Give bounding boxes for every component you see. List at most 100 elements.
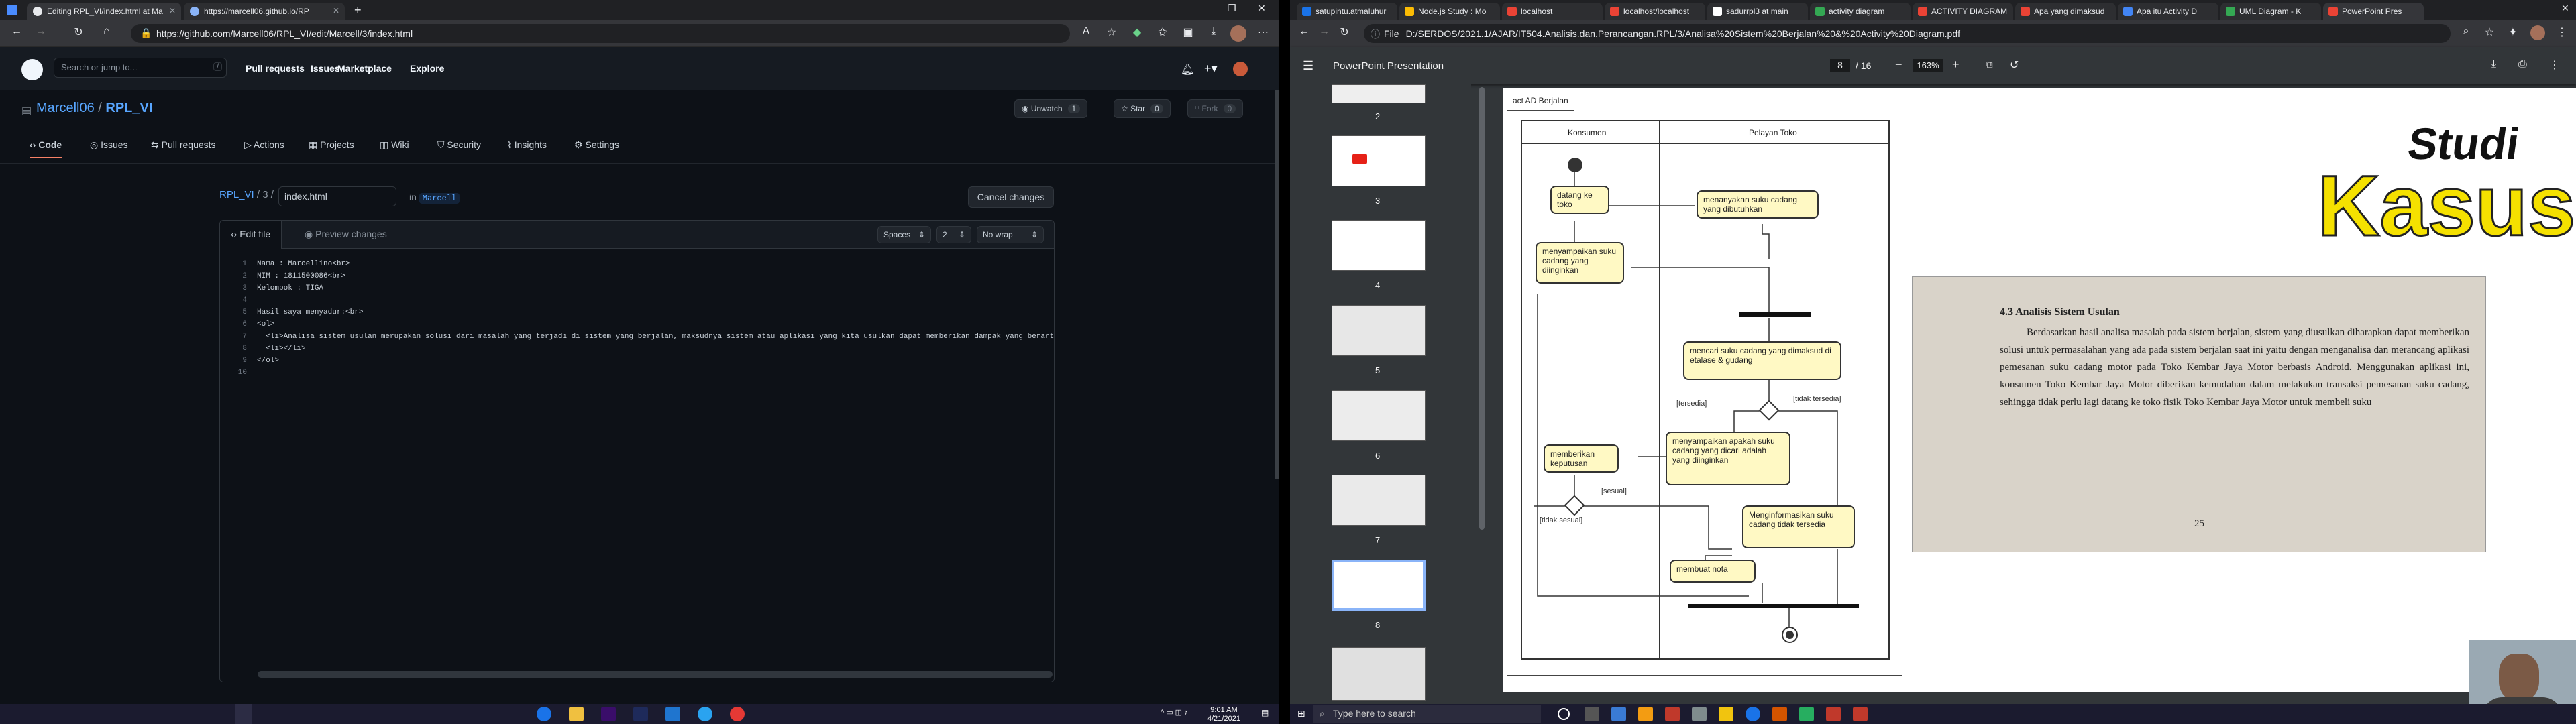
thumbnail-page-5[interactable] xyxy=(1332,305,1426,356)
file-explorer-taskbar-icon[interactable] xyxy=(569,707,584,721)
back-icon[interactable]: ← xyxy=(1297,25,1311,40)
code-line[interactable]: <li>Analisa sistem usulan merupakan solu… xyxy=(257,330,1054,343)
cortana-icon[interactable] xyxy=(1558,708,1570,720)
tab-settings[interactable]: ⚙ Settings xyxy=(574,139,619,151)
maximize-icon[interactable]: ❐ xyxy=(1228,3,1236,14)
browser-tab[interactable]: Apa itu Activity D xyxy=(2118,3,2218,20)
app-taskbar-icon[interactable] xyxy=(1826,707,1841,721)
horizontal-scrollbar[interactable] xyxy=(258,671,1053,678)
nav-explore[interactable]: Explore xyxy=(410,63,444,74)
create-new-icon[interactable]: +▾ xyxy=(1204,62,1218,76)
chrome-taskbar-icon[interactable] xyxy=(537,707,551,721)
user-avatar[interactable] xyxy=(1233,62,1248,76)
nav-pull-requests[interactable]: Pull requests xyxy=(246,63,305,74)
tab-preview-changes[interactable]: ◉ Preview changes xyxy=(294,221,398,249)
tab-insights[interactable]: ⌇ Insights xyxy=(507,139,547,151)
code-line[interactable]: </ol> xyxy=(257,355,279,367)
fit-page-icon[interactable]: ⧉ xyxy=(1986,59,1993,70)
thumbnail-page-9[interactable] xyxy=(1332,647,1426,701)
thumbnail-page-4[interactable] xyxy=(1332,220,1426,271)
app-taskbar-icon[interactable] xyxy=(1772,707,1787,721)
code-line[interactable]: NIM : 1811500086<br> xyxy=(257,270,345,282)
thumbnail-scrollbar[interactable] xyxy=(1479,87,1485,530)
address-bar[interactable]: 🔒 https://github.com/Marcell06/RPL_VI/ed… xyxy=(131,24,1070,43)
close-window-icon[interactable]: ✕ xyxy=(2561,3,2569,14)
code-line[interactable]: Hasil saya menyadur:<br> xyxy=(257,306,363,318)
download-icon[interactable]: ⤓ xyxy=(2491,58,2496,70)
windows-start-icon[interactable]: ⊞ xyxy=(1297,708,1305,719)
profile-avatar[interactable] xyxy=(2530,25,2545,40)
tab-security[interactable]: ⛉ Security xyxy=(437,139,481,151)
browser-tab[interactable]: localhost/localhost xyxy=(1605,3,1705,20)
nav-marketplace[interactable]: Marketplace xyxy=(337,63,392,74)
favorite-icon[interactable]: ☆ xyxy=(1104,25,1119,40)
search-input[interactable]: Search or jump to... / xyxy=(54,58,227,78)
chrome-taskbar-icon[interactable] xyxy=(1746,707,1760,721)
hamburger-menu-icon[interactable]: ☰ xyxy=(1303,59,1313,73)
forward-icon[interactable]: → xyxy=(1317,25,1332,40)
downloads-icon[interactable]: ⤓ xyxy=(1206,25,1221,40)
app-taskbar-icon[interactable] xyxy=(1799,707,1814,721)
close-tab-icon[interactable]: ✕ xyxy=(333,6,339,15)
thumbnail-page-7[interactable] xyxy=(1332,475,1426,526)
address-bar[interactable]: ⓘ File D:/SERDOS/2021.1/AJAR/IT504.Analis… xyxy=(1364,24,2451,43)
tab-issues[interactable]: ◎ Issues xyxy=(90,139,128,151)
browser-tab[interactable]: Apa yang dimaksud xyxy=(2015,3,2116,20)
code-line[interactable]: <li></li> xyxy=(257,343,305,355)
tab-code[interactable]: ‹› Code xyxy=(30,139,62,158)
vscode-taskbar-icon[interactable] xyxy=(665,707,680,721)
forward-icon[interactable]: → xyxy=(34,25,48,40)
tray-icons[interactable]: ^ ▭ ◫ ♪ xyxy=(1161,708,1188,717)
tab-pull-requests[interactable]: ⇆ Pull requests xyxy=(151,139,216,151)
app-taskbar-icon[interactable] xyxy=(1638,707,1653,721)
tab-projects[interactable]: ▦ Projects xyxy=(309,139,354,151)
cancel-changes-button[interactable]: Cancel changes xyxy=(968,186,1054,208)
filename-input[interactable]: index.html xyxy=(278,186,396,206)
repo-owner-link[interactable]: Marcell06 xyxy=(36,101,95,115)
after-effects-taskbar-icon[interactable] xyxy=(633,707,648,721)
close-tab-icon[interactable]: ✕ xyxy=(169,6,176,15)
edge-sidebar-icon[interactable] xyxy=(7,5,17,15)
fork-button[interactable]: ⑂ Fork 0 xyxy=(1187,99,1244,118)
more-options-icon[interactable]: ⋮ xyxy=(2549,58,2560,72)
extensions-icon[interactable]: ✦ xyxy=(2506,25,2520,40)
read-aloud-icon[interactable]: A xyxy=(1079,25,1093,40)
collections-icon[interactable]: ▣ xyxy=(1181,25,1195,40)
zoom-out-icon[interactable]: − xyxy=(1895,58,1902,72)
notification-bell-icon[interactable]: 🔔︎ xyxy=(1181,63,1194,76)
tab-github-edit[interactable]: Editing RPL_VI/index.html at Ma ✕ xyxy=(27,3,181,20)
extension-icon[interactable]: ◆ xyxy=(1130,25,1144,40)
page-number-input[interactable]: 8 xyxy=(1830,59,1850,72)
breadcrumb-repo-link[interactable]: RPL_VI xyxy=(219,189,254,200)
star-button[interactable]: ☆ Star 0 xyxy=(1114,99,1171,118)
browser-tab[interactable]: ACTIVITY DIAGRAM xyxy=(1913,3,2013,20)
favorite-icon[interactable]: ☆ xyxy=(2482,25,2497,40)
browser-tab[interactable]: UML Diagram - K xyxy=(2220,3,2321,20)
taskbar-search-input[interactable]: ⌕ Type here to search xyxy=(1313,705,1541,723)
browser-tab[interactable]: sadurrpl3 at main xyxy=(1707,3,1808,20)
thumbnail-page-8[interactable] xyxy=(1332,560,1426,611)
browser-tab[interactable]: Node.js Study : Mo xyxy=(1399,3,1500,20)
repo-name-link[interactable]: RPL_VI xyxy=(105,101,152,115)
new-tab-icon[interactable]: + xyxy=(354,3,362,17)
print-icon[interactable]: ⎙ xyxy=(2518,58,2527,70)
chrome-2-taskbar-icon[interactable] xyxy=(730,707,745,721)
thumbnail-page-3[interactable] xyxy=(1332,135,1426,186)
tab-wiki[interactable]: ▥ Wiki xyxy=(380,139,409,151)
minimize-icon[interactable]: — xyxy=(1201,3,1210,13)
system-clock[interactable]: 9:01 AM 4/21/2021 xyxy=(1208,706,1240,723)
app-taskbar-icon[interactable] xyxy=(1853,707,1868,721)
thumbnail-page-2[interactable] xyxy=(1332,84,1426,103)
indent-size-select[interactable]: 2 ⇕ xyxy=(936,226,971,243)
tab-github-pages[interactable]: https://marcell06.github.io/RP ✕ xyxy=(184,3,345,20)
breadcrumb-path[interactable]: / 3 / xyxy=(254,189,274,200)
notification-icon[interactable]: ▤ xyxy=(1261,708,1269,717)
app-taskbar-icon[interactable] xyxy=(1692,707,1707,721)
code-line[interactable]: <ol> xyxy=(257,318,274,330)
code-line[interactable]: Nama : Marcellino<br> xyxy=(257,258,350,270)
close-window-icon[interactable]: ✕ xyxy=(1258,3,1266,14)
file-explorer-taskbar-icon[interactable] xyxy=(1719,707,1733,721)
zoom-level[interactable]: 163% xyxy=(1913,59,1943,72)
minimize-icon[interactable]: — xyxy=(2526,3,2535,13)
zoom-in-icon[interactable]: + xyxy=(1952,58,1960,72)
